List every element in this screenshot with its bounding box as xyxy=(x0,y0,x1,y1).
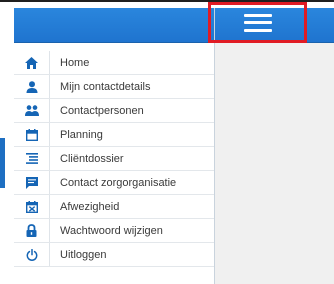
sidebar-item-label: Uitloggen xyxy=(60,248,107,261)
sidebar-menu: Home Mijn contactdetails Contactpersonen… xyxy=(14,51,214,267)
menu-toggle-button[interactable] xyxy=(208,2,307,43)
calendar-icon xyxy=(14,123,50,146)
sidebar-item-home[interactable]: Home xyxy=(14,51,214,75)
message-icon xyxy=(14,171,50,194)
sidebar-item-uitloggen[interactable]: Uitloggen xyxy=(14,243,214,267)
lock-icon xyxy=(14,219,50,242)
sidebar-item-wachtwoord-wijzigen[interactable]: Wachtwoord wijzigen xyxy=(14,219,214,243)
people-icon xyxy=(14,99,50,122)
sidebar-item-label: Cliëntdossier xyxy=(60,152,124,165)
power-icon xyxy=(14,243,50,266)
calendar-cross-icon xyxy=(14,195,50,218)
hamburger-icon xyxy=(243,13,272,32)
sidebar-item-afwezigheid[interactable]: Afwezigheid xyxy=(14,195,214,219)
person-icon xyxy=(14,75,50,98)
sidebar-item-label: Home xyxy=(60,56,90,69)
sidebar-item-contact-zorgorganisatie[interactable]: Contact zorgorganisatie xyxy=(14,171,214,195)
sidebar-item-clientdossier[interactable]: Cliëntdossier xyxy=(14,147,214,171)
sidebar-item-label: Contactpersonen xyxy=(60,104,144,117)
sidebar-item-planning[interactable]: Planning xyxy=(14,123,214,147)
sidebar-item-label: Wachtwoord wijzigen xyxy=(60,224,163,237)
sidebar-item-contactpersonen[interactable]: Contactpersonen xyxy=(14,99,214,123)
home-icon xyxy=(14,51,50,74)
left-edge-strip xyxy=(0,138,5,188)
sidebar-item-mijn-contactdetails[interactable]: Mijn contactdetails xyxy=(14,75,214,99)
sidebar-header xyxy=(14,8,214,43)
list-icon xyxy=(14,147,50,170)
sidebar-item-label: Contact zorgorganisatie xyxy=(60,176,177,189)
sidebar-item-label: Afwezigheid xyxy=(60,200,120,213)
sidebar-item-label: Mijn contactdetails xyxy=(60,80,151,93)
sidebar: Home Mijn contactdetails Contactpersonen… xyxy=(14,8,215,284)
main-header xyxy=(208,2,334,43)
main-content xyxy=(208,2,334,284)
sidebar-item-label: Planning xyxy=(60,128,103,141)
